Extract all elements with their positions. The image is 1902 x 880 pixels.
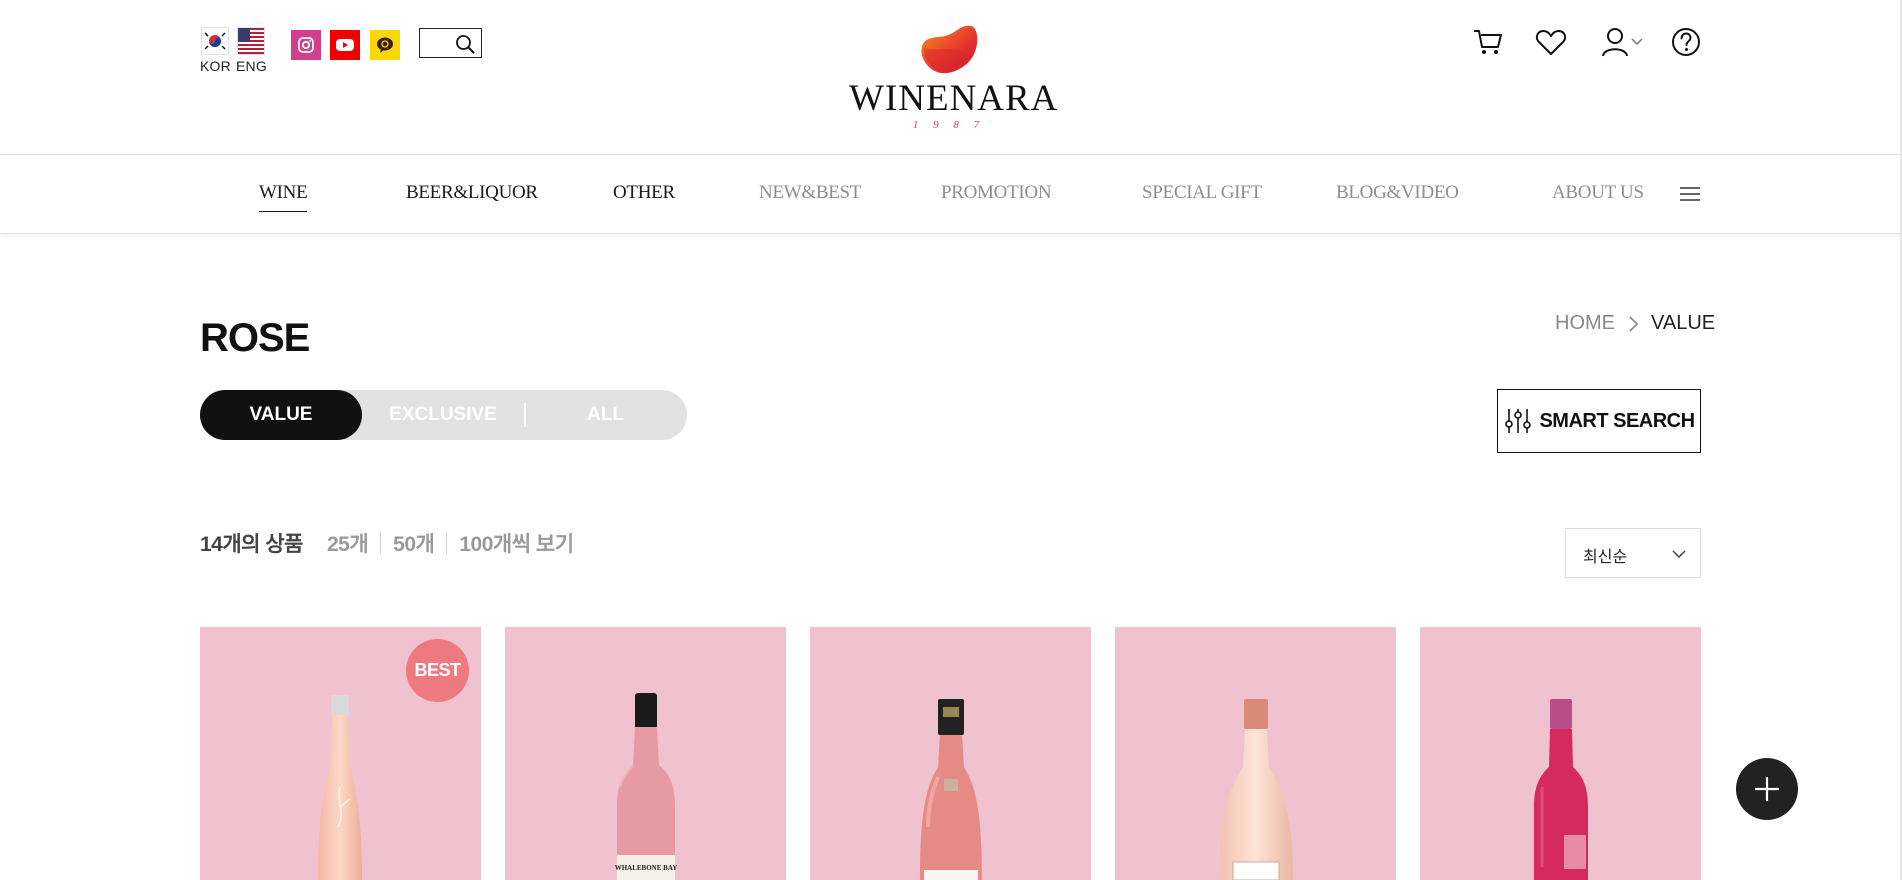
product-card[interactable] (1115, 627, 1396, 880)
language-kor-label: KOR (200, 58, 231, 74)
cart-icon (1474, 30, 1502, 54)
korea-flag-icon (201, 27, 230, 55)
nav-item-wine[interactable]: WINE (259, 182, 308, 212)
search-input[interactable] (420, 29, 456, 57)
tab-exclusive[interactable]: EXCLUSIVE (362, 390, 524, 440)
best-badge: BEST (406, 639, 469, 702)
language-eng-label: ENG (236, 58, 267, 74)
wine-bottle-image (1219, 699, 1293, 880)
language-eng-button[interactable]: ENG (236, 27, 267, 74)
per-page-100[interactable]: 100개씩 보기 (459, 528, 574, 558)
search-box[interactable] (419, 28, 482, 58)
bottle-label-text: WHALEBONE BAY (615, 864, 678, 872)
youtube-icon (336, 39, 354, 51)
top-header: KOR ENG WINENARA 1 9 8 7 (0, 0, 1902, 155)
per-page-25[interactable]: 25개 (327, 528, 369, 558)
kakao-channel-link[interactable] (370, 30, 400, 60)
breadcrumb-home-link[interactable]: HOME (1555, 312, 1615, 335)
page-title: ROSE (200, 316, 310, 360)
user-icon (1602, 28, 1628, 57)
sort-selected-value: 최신순 (1583, 549, 1628, 566)
hamburger-menu-icon[interactable] (1678, 184, 1702, 204)
instagram-icon (298, 37, 314, 53)
help-icon (1672, 28, 1700, 56)
breadcrumb-current: VALUE (1651, 312, 1716, 334)
count-divider (446, 532, 448, 554)
product-count-bar: 14개의 상품 25개 50개 100개씩 보기 (200, 528, 574, 558)
logo-year: 1 9 8 7 (912, 119, 986, 131)
plus-icon (1755, 777, 1779, 801)
category-tabs: VALUE EXCLUSIVE ALL (200, 390, 687, 440)
filter-sliders-icon (1505, 409, 1532, 433)
search-icon[interactable] (454, 33, 476, 55)
heart-icon (1535, 30, 1567, 55)
nav-item-about-us[interactable]: ABOUT US (1552, 182, 1644, 204)
main-nav: WINE BEER&LIQUOR OTHER NEW&BEST PROMOTIO… (0, 156, 1902, 234)
wine-bottle-image (920, 699, 982, 880)
chevron-down-icon (1672, 550, 1686, 559)
youtube-link[interactable] (330, 30, 360, 60)
product-total-count: 14개의 상품 (200, 533, 303, 556)
product-card[interactable] (1420, 627, 1701, 880)
logo-text: WINENARA (849, 78, 1059, 119)
wishlist-button[interactable] (1533, 24, 1569, 60)
count-divider (380, 532, 382, 554)
wine-bottle-image: WHALEBONE BAY (615, 693, 678, 880)
nav-item-other[interactable]: OTHER (613, 182, 675, 204)
nav-item-special-gift[interactable]: SPECIAL GIFT (1142, 182, 1262, 204)
nav-item-promotion[interactable]: PROMOTION (941, 182, 1052, 204)
my-account-button[interactable] (1597, 24, 1647, 60)
wine-bottle-image (1534, 699, 1588, 880)
chevron-right-icon (1629, 315, 1639, 332)
breadcrumb: HOME VALUE (1555, 312, 1715, 335)
product-card[interactable] (810, 627, 1091, 880)
sort-select[interactable]: 최신순 (1565, 528, 1701, 578)
chevron-down-icon (1631, 38, 1643, 46)
language-kor-button[interactable]: KOR (200, 27, 231, 74)
product-card[interactable]: BEST (200, 627, 481, 880)
wine-drop-logo-icon (921, 25, 978, 74)
smart-search-label: SMART SEARCH (1539, 409, 1695, 432)
tab-value[interactable]: VALUE (200, 390, 362, 440)
instagram-link[interactable] (291, 30, 321, 60)
usa-flag-icon (237, 27, 266, 55)
nav-item-beer-liquor[interactable]: BEER&LIQUOR (406, 182, 538, 204)
floating-plus-button[interactable] (1736, 758, 1798, 820)
cart-button[interactable] (1470, 24, 1506, 60)
kakao-channel-icon (377, 37, 393, 53)
product-card[interactable]: WHALEBONE BAY (505, 627, 786, 880)
help-button[interactable] (1668, 24, 1704, 60)
tab-all[interactable]: ALL (524, 390, 687, 440)
nav-item-blog-video[interactable]: BLOG&VIDEO (1336, 182, 1459, 204)
nav-item-new-best[interactable]: NEW&BEST (759, 182, 861, 204)
per-page-50[interactable]: 50개 (393, 528, 435, 558)
smart-search-button[interactable]: SMART SEARCH (1497, 389, 1701, 453)
winenara-logo[interactable]: WINENARA 1 9 8 7 (849, 22, 1059, 132)
